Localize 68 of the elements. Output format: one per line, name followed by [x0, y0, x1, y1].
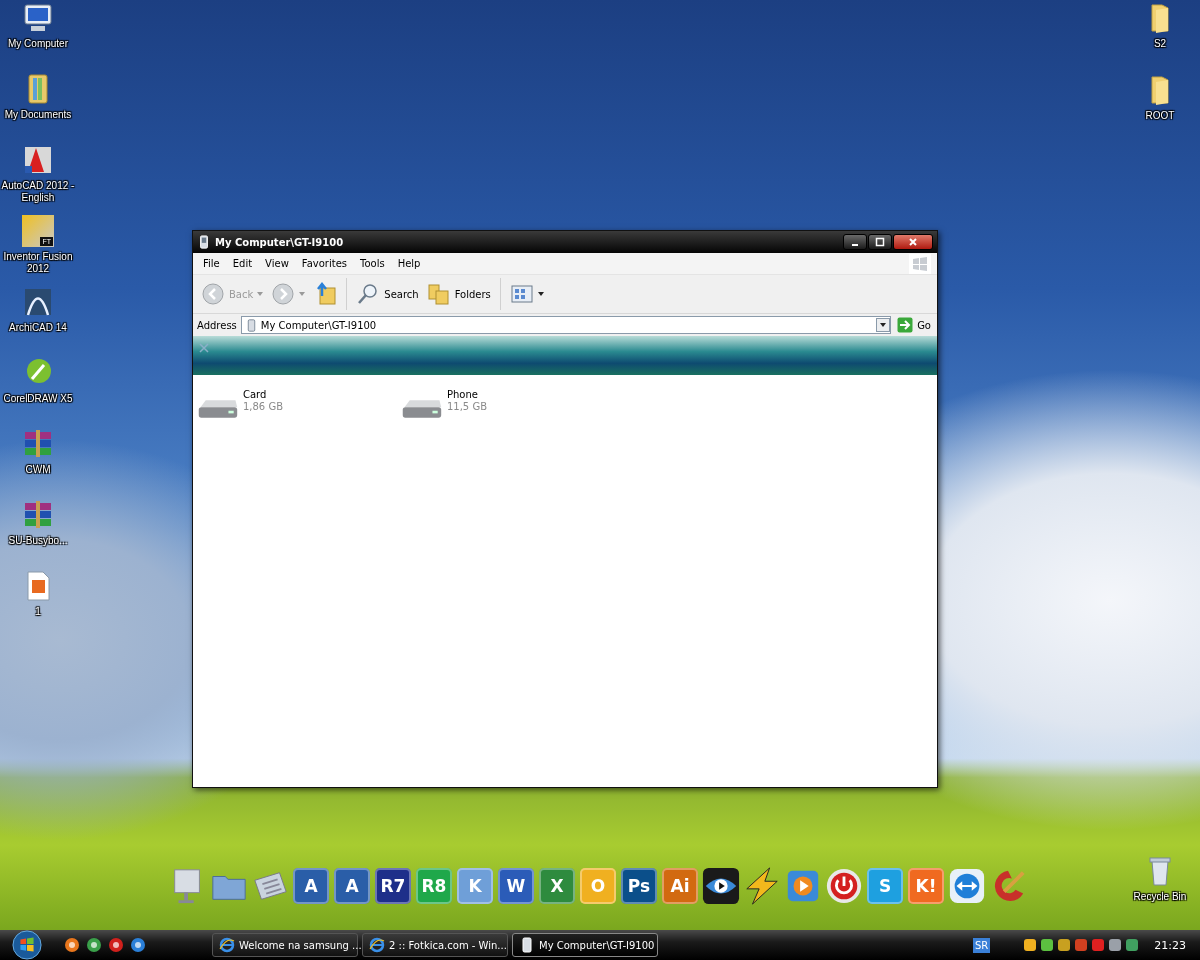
address-field[interactable]: My Computer\GT-I9100	[240, 316, 892, 334]
menu-item[interactable]: File	[199, 256, 225, 271]
drive-item[interactable]: Card 1,86 GB	[197, 389, 283, 423]
go-button[interactable]: Go	[895, 317, 933, 333]
quick-launch-icon[interactable]	[64, 937, 80, 953]
taskbar-button[interactable]: My Computer\GT-I9100	[512, 933, 658, 957]
tray-icon[interactable]	[1056, 937, 1073, 953]
books-stack-icon	[22, 499, 54, 531]
browser-e-icon	[219, 937, 235, 953]
app-tile-icon[interactable]: W	[498, 868, 534, 904]
app-tile-icon[interactable]: A	[293, 868, 329, 904]
menu-item[interactable]: Help	[393, 256, 426, 271]
folders-button[interactable]: Folders	[424, 280, 493, 308]
maximize-icon	[875, 237, 885, 247]
maximize-button[interactable]	[868, 234, 892, 250]
app-tile-icon[interactable]: Ps	[621, 868, 657, 904]
browser-e-icon	[369, 937, 385, 953]
power-icon[interactable]	[825, 867, 863, 905]
folders-icon	[426, 282, 451, 306]
quick-launch-icon[interactable]	[108, 937, 124, 953]
app-tile-icon[interactable]: Ai	[662, 868, 698, 904]
menu-item[interactable]: Favorites	[297, 256, 352, 271]
app-tile-icon[interactable]: X	[539, 868, 575, 904]
drive-item[interactable]: Phone 11,5 GB	[401, 389, 487, 423]
drive-size: 11,5 GB	[446, 401, 487, 413]
computer-icon	[22, 2, 54, 34]
desktop-shortcut[interactable]: S2	[1122, 2, 1198, 48]
app-tile-icon[interactable]: R7	[375, 868, 411, 904]
quick-launch-icon[interactable]	[86, 937, 102, 953]
close-icon	[908, 237, 918, 247]
phone-icon	[197, 235, 211, 249]
clock: 21:23	[1154, 938, 1186, 952]
lightning-icon[interactable]	[743, 867, 781, 905]
app-tile-icon[interactable]: A	[334, 868, 370, 904]
desktop-shortcut[interactable]: ROOT	[1122, 74, 1198, 120]
start-orb-icon[interactable]	[12, 930, 42, 960]
menu-item[interactable]: Edit	[228, 256, 258, 271]
address-label: Address	[197, 319, 237, 331]
go-arrow-icon	[897, 317, 914, 333]
desktop-shortcut[interactable]: My Computer	[0, 2, 76, 62]
books-stack-icon	[22, 428, 54, 460]
desktop-shortcut[interactable]: CorelDRAW X5	[0, 357, 76, 417]
eye-icon[interactable]	[702, 867, 740, 905]
drive-size: 1,86 GB	[242, 401, 283, 413]
language-indicator[interactable]: SR	[973, 937, 991, 953]
close-button[interactable]	[893, 234, 933, 250]
minimize-icon	[852, 244, 858, 246]
menu-item[interactable]: View	[261, 256, 294, 271]
desktop-shortcut[interactable]: My Documents	[0, 73, 76, 133]
phone-icon	[519, 937, 535, 953]
taskbar-button[interactable]: 2 :: Fotkica.com - Win...	[362, 933, 508, 957]
caret-icon[interactable]	[537, 292, 544, 296]
views-grid-icon	[509, 282, 534, 306]
tray-icon[interactable]	[1039, 937, 1056, 953]
window-title: My Computer\GT-I9100	[215, 236, 345, 248]
search-button[interactable]: Search	[354, 280, 421, 308]
drive-name: Card	[242, 389, 268, 401]
triangle-logo-icon	[22, 144, 54, 176]
tray-icon[interactable]	[1124, 937, 1141, 953]
tray-icon[interactable]	[1022, 937, 1039, 953]
quick-launch-icon[interactable]	[130, 937, 146, 953]
desktop-shortcut[interactable]: AutoCAD 2012 - English	[0, 144, 76, 204]
desktop-shortcut[interactable]: ArchiCAD 14	[0, 286, 76, 346]
arch-icon	[22, 286, 54, 318]
menu-item[interactable]: Tools	[356, 256, 390, 271]
tray-icon[interactable]	[1107, 937, 1124, 953]
minimize-button[interactable]	[843, 234, 867, 250]
drive-name: Phone	[446, 389, 479, 401]
